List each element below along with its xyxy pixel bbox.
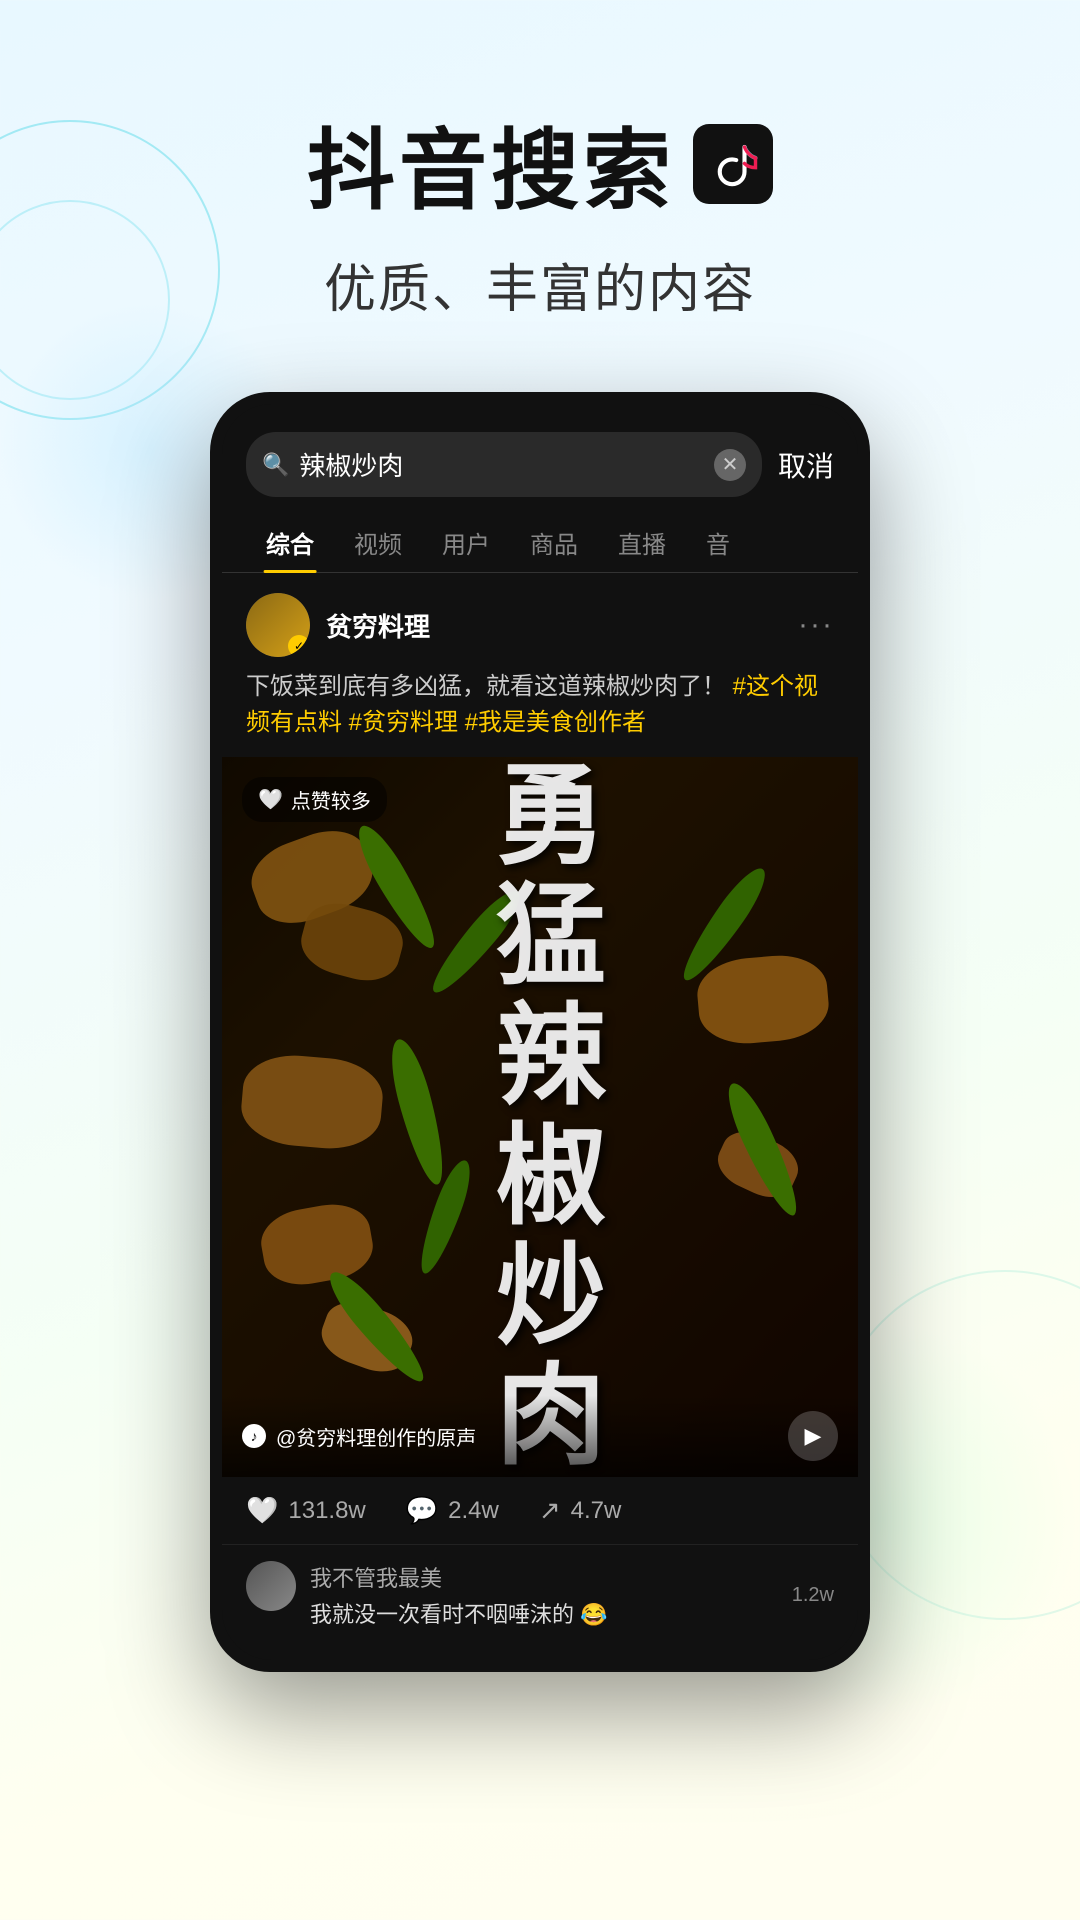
comments-stat[interactable]: 💬 2.4w [406,1495,499,1526]
tab-live[interactable]: 直播 [598,513,686,572]
likes-count: 131.8w [288,1497,365,1525]
hashtag-3[interactable]: #我是美食创作者 [465,709,646,736]
tab-product[interactable]: 商品 [510,513,598,572]
search-clear-button[interactable]: ✕ [714,449,746,481]
comment-text: 我就没一次看时不咽唾沫的 😂 [310,1597,778,1629]
avatar: ✓ [246,593,310,657]
comment-content: 我不管我最美 我就没一次看时不咽唾沫的 😂 [310,1561,778,1629]
search-query: 辣椒炒肉 [299,446,704,483]
search-icon: 🔍 [262,452,289,478]
tiktok-logo [693,124,773,204]
comments-count: 2.4w [448,1497,499,1525]
tab-user[interactable]: 用户 [422,513,510,572]
comment-stat-icon: 💬 [406,1495,438,1526]
phone-container: 🔍 辣椒炒肉 ✕ 取消 综合 视频 用户 商品 [0,392,1080,1672]
commenter-avatar [246,1561,296,1611]
heart-stat-icon: 🤍 [246,1495,278,1526]
phone-mockup: 🔍 辣椒炒肉 ✕ 取消 综合 视频 用户 商品 [210,392,870,1672]
search-cancel-button[interactable]: 取消 [778,445,834,485]
tabs-row: 综合 视频 用户 商品 直播 音 [222,513,858,573]
hashtag-2[interactable]: #贫穷料理 [349,709,458,736]
main-title-row: 抖音搜索 [0,100,1080,227]
sound-bar: ♪ @贫穷料理创作的原声 ▶ [222,1395,858,1477]
sound-text: @贫穷料理创作的原声 [276,1422,476,1451]
username: 贫穷料理 [326,607,782,644]
more-options-icon[interactable]: ··· [798,608,834,642]
post-header: ✓ 贫穷料理 ··· [222,573,858,669]
comment-preview: 我不管我最美 我就没一次看时不咽唾沫的 😂 1.2w [222,1545,858,1645]
comment-count: 1.2w [792,1584,834,1607]
likes-stat[interactable]: 🤍 131.8w [246,1495,366,1526]
commenter-name: 我不管我最美 [310,1561,778,1593]
search-input-wrap[interactable]: 🔍 辣椒炒肉 ✕ [246,432,762,497]
subtitle: 优质、丰富的内容 [0,247,1080,322]
post-desc-text: 下饭菜到底有多凶猛，就看这道辣椒炒肉了！ [246,673,726,700]
tab-video[interactable]: 视频 [334,513,422,572]
sound-info: ♪ @贫穷料理创作的原声 [242,1422,476,1451]
stats-row: 🤍 131.8w 💬 2.4w ↗ 4.7w [222,1477,858,1545]
play-button[interactable]: ▶ [788,1411,838,1461]
tab-audio[interactable]: 音 [686,513,750,572]
share-stat-icon: ↗ [539,1495,561,1526]
shares-count: 4.7w [571,1497,622,1525]
calligraphy-text: 勇猛辣椒炒肉 [485,757,595,1477]
tab-comprehensive[interactable]: 综合 [246,513,334,572]
app-title: 抖音搜索 [307,100,675,227]
shares-stat[interactable]: ↗ 4.7w [539,1495,622,1526]
video-area[interactable]: 🤍 点赞较多 勇猛辣椒炒肉 ♪ @贫穷料理创作的原声 ▶ [222,757,858,1477]
douyin-icon: ♪ [242,1424,266,1448]
calligraphy-overlay: 勇猛辣椒炒肉 [222,757,858,1477]
content-area: ✓ 贫穷料理 ··· 下饭菜到底有多凶猛，就看这道辣椒炒肉了！ #这个视频有点料… [222,573,858,1660]
verified-badge: ✓ [288,635,310,657]
post-description: 下饭菜到底有多凶猛，就看这道辣椒炒肉了！ #这个视频有点料 #贫穷料理 #我是美… [222,669,858,757]
search-bar-area: 🔍 辣椒炒肉 ✕ 取消 [222,404,858,513]
header-section: 抖音搜索 优质、丰富的内容 [0,0,1080,372]
phone-screen: 🔍 辣椒炒肉 ✕ 取消 综合 视频 用户 商品 [222,404,858,1660]
